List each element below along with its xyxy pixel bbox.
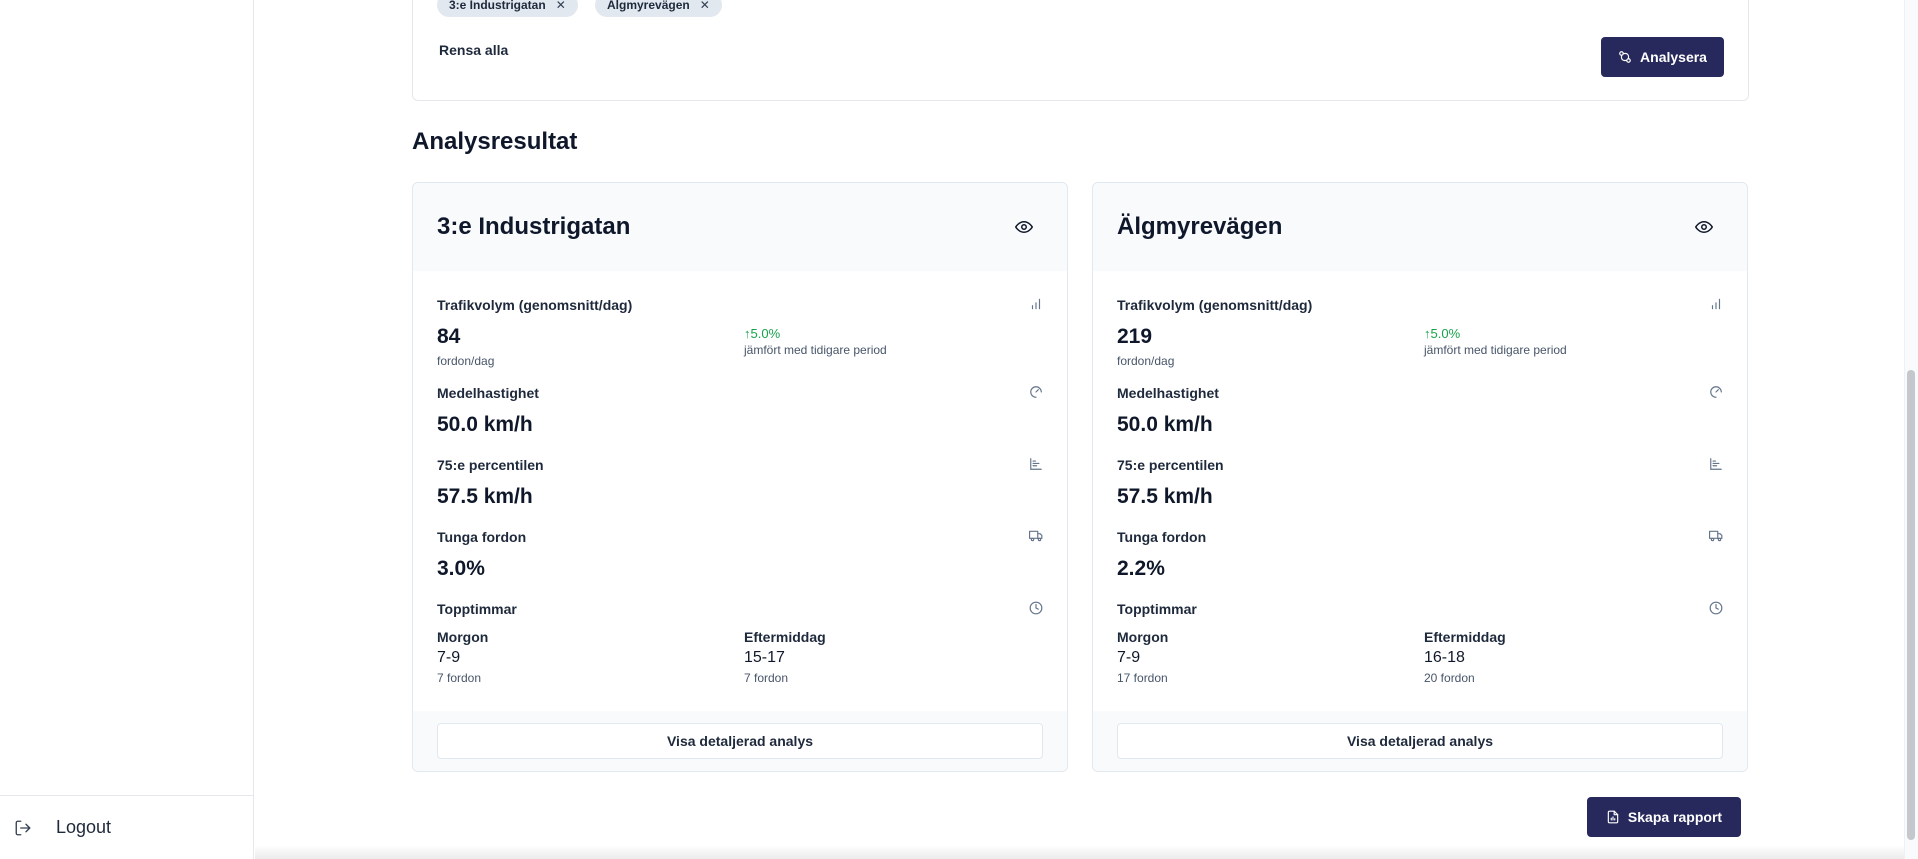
truck-icon xyxy=(1029,530,1043,542)
gauge-icon xyxy=(1710,386,1722,398)
chip-label: Älgmyrevägen xyxy=(607,0,690,12)
avg-speed-value: 50.0 km/h xyxy=(437,413,533,436)
traffic-volume-unit: fordon/dag xyxy=(1117,354,1175,368)
logout-icon xyxy=(15,820,31,835)
morning-label: Morgon xyxy=(1117,629,1169,645)
road-result-card: 3:e Industrigatan Trafikvolym (genomsnit… xyxy=(412,182,1068,772)
page-scrollbar[interactable] xyxy=(1904,0,1918,859)
eye-icon[interactable] xyxy=(1015,218,1033,236)
main-content: 3:e Industrigatan ✕ Älgmyrevägen ✕ Rensa… xyxy=(255,0,1904,859)
p75-value: 57.5 km/h xyxy=(1117,485,1213,508)
change-indicator: ↑5.0% xyxy=(1424,326,1460,341)
clock-icon xyxy=(1029,601,1043,615)
p75-label: 75:e percentilen xyxy=(437,457,544,473)
change-note: jämfört med tidigare period xyxy=(744,343,887,357)
afternoon-hours: 16-18 xyxy=(1424,649,1465,666)
analyze-label: Analysera xyxy=(1640,49,1707,65)
detailed-analysis-button[interactable]: Visa detaljerad analys xyxy=(1117,723,1723,759)
sidebar: Logout xyxy=(0,0,254,859)
avg-speed-value: 50.0 km/h xyxy=(1117,413,1213,436)
change-indicator: ↑5.0% xyxy=(744,326,780,341)
card-header: 3:e Industrigatan xyxy=(413,183,1067,271)
create-report-button[interactable]: Skapa rapport xyxy=(1587,797,1741,837)
traffic-volume-value: 84 xyxy=(437,325,461,348)
heavy-vehicles-label: Tunga fordon xyxy=(437,529,527,545)
morning-hours: 7-9 xyxy=(1117,649,1141,666)
analyze-button[interactable]: Analysera xyxy=(1601,37,1724,77)
afternoon-count: 20 fordon xyxy=(1424,671,1475,685)
chip-label: 3:e Industrigatan xyxy=(449,0,546,12)
close-icon[interactable]: ✕ xyxy=(556,0,566,12)
road-result-card: Älgmyrevägen Trafikvolym (genomsnitt/dag… xyxy=(1092,182,1748,772)
heavy-vehicles-value: 2.2% xyxy=(1117,557,1165,580)
bar-chart-icon xyxy=(1031,298,1041,310)
clear-all-button[interactable]: Rensa alla xyxy=(439,38,508,62)
create-report-label: Skapa rapport xyxy=(1627,809,1723,825)
card-title: Älgmyrevägen xyxy=(1117,213,1283,240)
detailed-analysis-button[interactable]: Visa detaljerad analys xyxy=(437,723,1043,759)
card-footer: Visa detaljerad analys xyxy=(413,711,1067,771)
selected-road-chip: Älgmyrevägen ✕ xyxy=(595,0,722,17)
traffic-volume-unit: fordon/dag xyxy=(437,354,495,368)
morning-label: Morgon xyxy=(437,629,489,645)
percentile-chart-icon xyxy=(1030,458,1042,470)
logout-label: Logout xyxy=(56,817,112,837)
peak-hours-label: Topptimmar xyxy=(437,601,517,617)
afternoon-hours: 15-17 xyxy=(744,649,785,666)
traffic-volume-value: 219 xyxy=(1117,325,1153,348)
card-body: Trafikvolym (genomsnitt/dag) 84 fordon/d… xyxy=(413,271,1067,711)
gauge-icon xyxy=(1030,386,1042,398)
bottom-shadow xyxy=(255,845,1904,859)
card-body: Trafikvolym (genomsnitt/dag) 219 fordon/… xyxy=(1093,271,1747,711)
card-header: Älgmyrevägen xyxy=(1093,183,1747,271)
p75-value: 57.5 km/h xyxy=(437,485,533,508)
heavy-vehicles-value: 3.0% xyxy=(437,557,485,580)
eye-icon[interactable] xyxy=(1695,218,1713,236)
bar-chart-icon xyxy=(1711,298,1721,310)
road-filter-panel: 3:e Industrigatan ✕ Älgmyrevägen ✕ Rensa… xyxy=(412,0,1749,101)
avg-speed-label: Medelhastighet xyxy=(437,385,539,401)
peak-hours-label: Topptimmar xyxy=(1117,601,1197,617)
logout-button[interactable]: Logout xyxy=(14,817,111,838)
card-title: 3:e Industrigatan xyxy=(437,213,631,240)
card-footer: Visa detaljerad analys xyxy=(1093,711,1747,771)
heavy-vehicles-label: Tunga fordon xyxy=(1117,529,1207,545)
morning-hours: 7-9 xyxy=(437,649,461,666)
file-report-icon xyxy=(1607,810,1619,824)
selected-road-chip: 3:e Industrigatan ✕ xyxy=(437,0,578,17)
change-value: 5.0% xyxy=(1430,326,1461,341)
percentile-chart-icon xyxy=(1710,458,1722,470)
change-value: 5.0% xyxy=(750,326,781,341)
traffic-volume-label: Trafikvolym (genomsnitt/dag) xyxy=(1117,297,1313,313)
results-title: Analysresultat xyxy=(412,128,578,155)
scrollbar-thumb[interactable] xyxy=(1907,370,1915,840)
clock-icon xyxy=(1709,601,1723,615)
truck-icon xyxy=(1709,530,1723,542)
traffic-volume-label: Trafikvolym (genomsnitt/dag) xyxy=(437,297,633,313)
morning-count: 17 fordon xyxy=(1117,671,1168,685)
compare-icon xyxy=(1619,51,1631,63)
sidebar-footer: Logout xyxy=(0,795,254,859)
p75-label: 75:e percentilen xyxy=(1117,457,1224,473)
avg-speed-label: Medelhastighet xyxy=(1117,385,1219,401)
close-icon[interactable]: ✕ xyxy=(700,0,710,12)
afternoon-label: Eftermiddag xyxy=(1424,629,1506,645)
afternoon-count: 7 fordon xyxy=(744,671,789,685)
change-note: jämfört med tidigare period xyxy=(1424,343,1567,357)
morning-count: 7 fordon xyxy=(437,671,482,685)
afternoon-label: Eftermiddag xyxy=(744,629,826,645)
